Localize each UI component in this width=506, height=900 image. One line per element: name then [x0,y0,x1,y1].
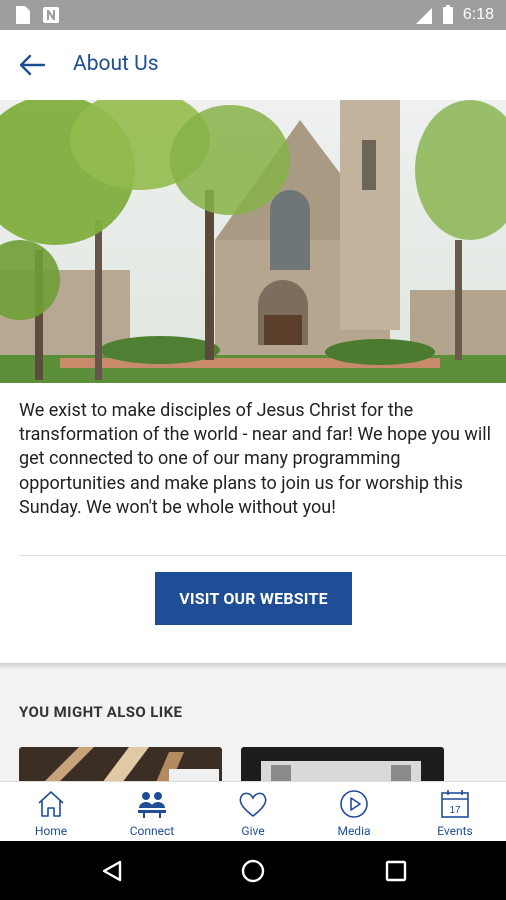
heart-icon [239,792,267,818]
related-title: YOU MIGHT ALSO LIKE [19,703,183,721]
battery-icon [442,5,453,24]
about-section: We exist to make disciples of Jesus Chri… [0,383,506,663]
system-nav-bar [0,841,506,900]
nav-media-label: Media [337,824,371,838]
square-recents-icon [385,860,407,882]
nav-events[interactable]: 17 Events [405,782,505,842]
people-icon [138,792,166,818]
play-icon [340,790,368,818]
n-notification-icon [43,7,59,23]
hero-image [0,100,506,383]
sd-card-icon [16,6,30,24]
system-recents-button[interactable] [381,856,411,886]
status-bar: 6:18 [0,0,506,30]
nav-connect[interactable]: Connect [102,782,202,842]
signal-icon [415,8,432,24]
visit-website-button[interactable]: VISIT OUR WEBSITE [155,572,352,625]
related-section: YOU MIGHT ALSO LIKE [0,669,506,781]
svg-text:17: 17 [449,805,461,816]
nav-connect-label: Connect [129,824,175,838]
nav-events-label: Events [437,824,473,838]
bottom-nav: Home Connect Give Media 17 Events [0,781,506,841]
nav-home-label: Home [34,824,68,838]
divider [19,555,506,556]
system-back-button[interactable] [97,856,127,886]
circle-home-icon [241,859,265,883]
system-home-button[interactable] [238,856,268,886]
nav-give-label: Give [241,824,265,838]
about-text: We exist to make disciples of Jesus Chri… [19,400,492,518]
back-button[interactable] [10,45,54,85]
triangle-back-icon [102,860,122,882]
nav-media[interactable]: Media [304,782,404,842]
calendar-icon: 17 [441,790,469,818]
status-time: 6:18 [462,6,494,23]
related-thumbnail-2[interactable] [241,747,444,781]
nav-give[interactable]: Give [203,782,303,842]
nav-home[interactable]: Home [1,782,101,842]
related-thumbnail-1[interactable] [19,747,222,781]
home-icon [38,791,64,817]
page-title: About Us [73,52,159,76]
arrow-left-icon [19,54,46,76]
app-bar: About Us [0,30,506,100]
